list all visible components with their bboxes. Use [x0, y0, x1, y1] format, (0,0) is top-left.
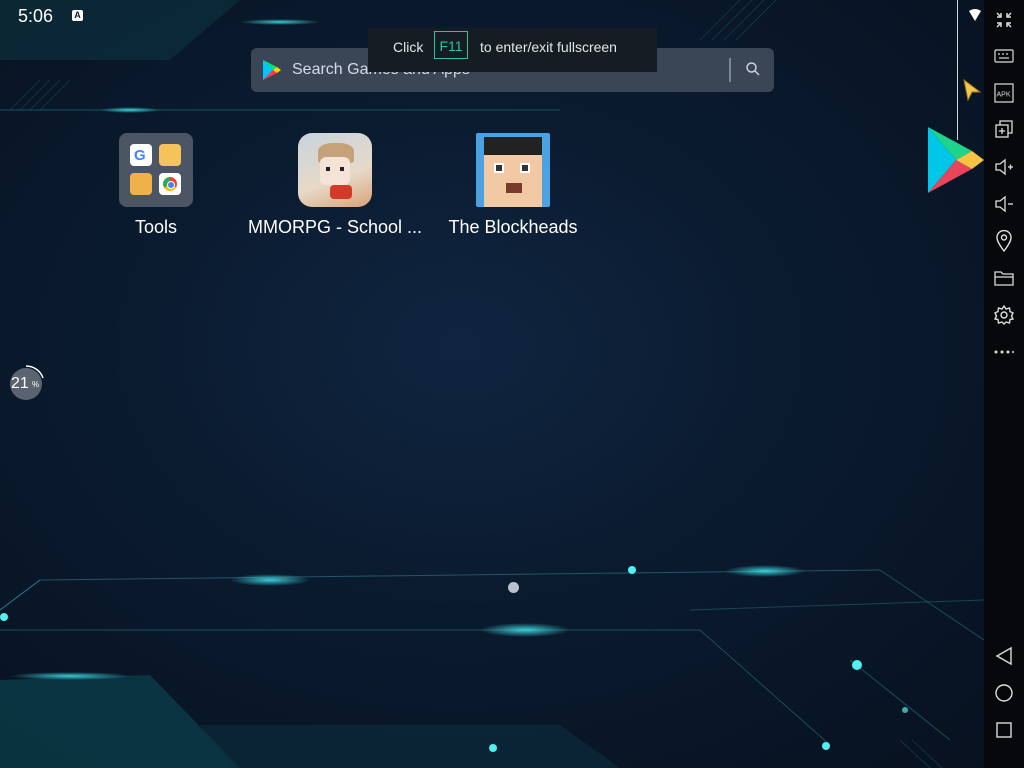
f11-key-hint: F11: [434, 31, 468, 59]
recents-icon[interactable]: [992, 718, 1016, 742]
apk-label: APK: [997, 92, 1011, 99]
volume-down-icon[interactable]: [992, 192, 1016, 216]
blockheads-app-icon[interactable]: [476, 133, 550, 207]
folder-icon[interactable]: [992, 266, 1016, 290]
clock: 5:06: [18, 6, 54, 26]
app-mmorpg-school[interactable]: MMORPG - School ...: [240, 133, 430, 238]
search-icon[interactable]: [745, 61, 761, 77]
settings-gear-icon[interactable]: [992, 303, 1016, 327]
tools-folder-icon[interactable]: G: [119, 133, 193, 207]
app-the-blockheads[interactable]: The Blockheads: [418, 133, 608, 238]
toast-suffix: to enter/exit fullscreen: [480, 39, 617, 55]
right-toolbar: APK: [969, 0, 1024, 768]
loading-percent: 21: [11, 375, 29, 392]
wifi-signal-icon: [969, 9, 981, 21]
search-divider: [729, 58, 731, 82]
back-icon[interactable]: [992, 644, 1016, 668]
mouse-cursor-icon: [963, 78, 982, 102]
keyboard-icon[interactable]: [992, 44, 1016, 68]
fullscreen-exit-icon[interactable]: [992, 8, 1016, 32]
toast-prefix: Click: [393, 39, 424, 55]
svg-text:G: G: [134, 147, 146, 163]
app-tools[interactable]: G Tools: [61, 133, 251, 238]
volume-up-icon[interactable]: [992, 155, 1016, 179]
app-label: Tools: [134, 217, 178, 237]
page-indicator[interactable]: [508, 582, 519, 593]
location-icon[interactable]: [992, 229, 1016, 253]
mmorpg-school-app-icon[interactable]: [298, 133, 372, 207]
fullscreen-hint-toast: Click F11 to enter/exit fullscreen: [368, 28, 657, 72]
apk-install-icon[interactable]: APK: [992, 81, 1016, 105]
more-options-icon[interactable]: [992, 340, 1016, 364]
play-store-shortcut-icon[interactable]: [928, 127, 984, 193]
app-label: MMORPG - School ...: [247, 217, 423, 237]
background-graphic: [0, 0, 985, 768]
loading-unit: %: [32, 380, 40, 389]
multi-instance-icon[interactable]: [992, 117, 1016, 141]
home-icon[interactable]: [992, 681, 1016, 705]
input-method-badge: A: [72, 10, 83, 21]
sidebar-divider-line: [957, 0, 958, 140]
app-label: The Blockheads: [448, 217, 578, 237]
play-store-icon: [263, 60, 281, 80]
